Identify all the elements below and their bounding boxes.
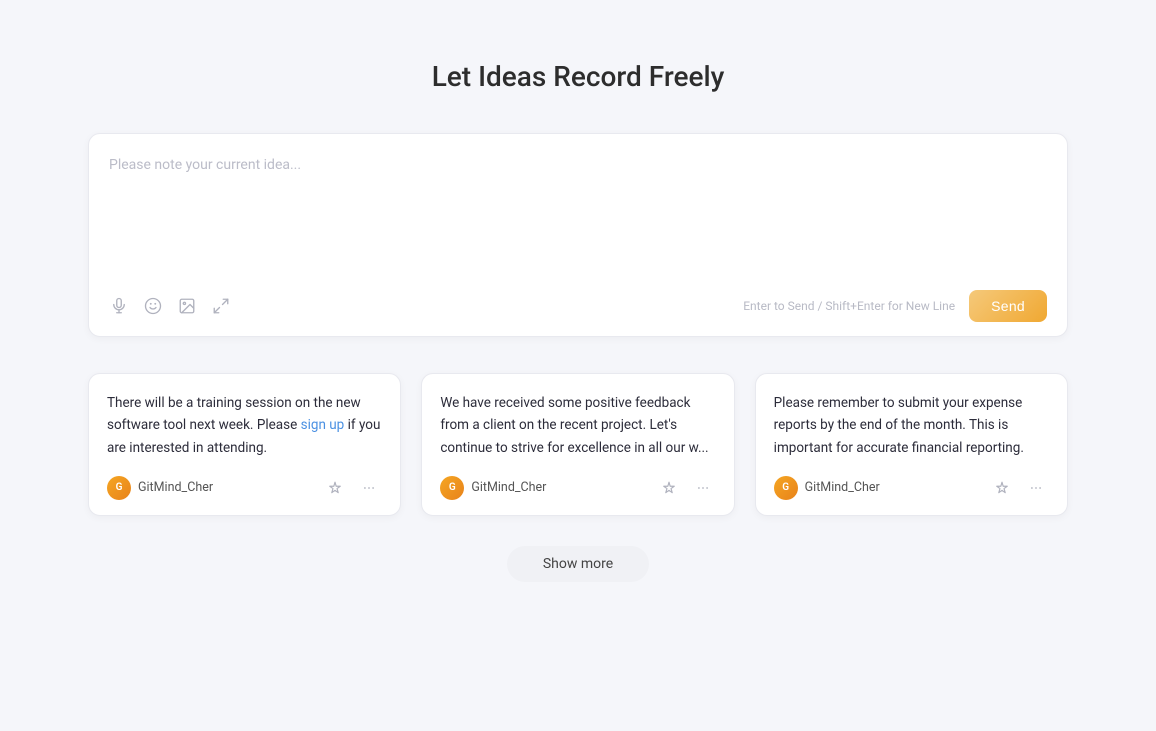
card-actions xyxy=(989,475,1049,501)
emoji-icon[interactable] xyxy=(143,296,163,316)
show-more-button[interactable]: Show more xyxy=(507,546,649,582)
cards-container: There will be a training session on the … xyxy=(88,373,1068,516)
pin-icon[interactable] xyxy=(656,475,682,501)
card-author: G GitMind_Cher xyxy=(774,476,880,500)
input-card: Enter to Send / Shift+Enter for New Line… xyxy=(88,133,1068,337)
send-button[interactable]: Send xyxy=(969,290,1047,322)
send-hint: Enter to Send / Shift+Enter for New Line xyxy=(743,299,955,313)
page-title: Let Ideas Record Freely xyxy=(432,60,725,93)
avatar: G xyxy=(774,476,798,500)
card-footer: G GitMind_Cher xyxy=(440,475,715,501)
card-author: G GitMind_Cher xyxy=(440,476,546,500)
input-toolbar: Enter to Send / Shift+Enter for New Line… xyxy=(109,290,1047,322)
expand-icon[interactable] xyxy=(211,296,231,316)
more-icon[interactable] xyxy=(356,475,382,501)
idea-card: We have received some positive feedback … xyxy=(421,373,734,516)
idea-card: There will be a training session on the … xyxy=(88,373,401,516)
idea-card: Please remember to submit your expense r… xyxy=(755,373,1068,516)
card-actions xyxy=(656,475,716,501)
card-link[interactable]: sign up xyxy=(301,417,345,433)
card-author: G GitMind_Cher xyxy=(107,476,213,500)
author-name: GitMind_Cher xyxy=(471,480,546,495)
card-actions xyxy=(322,475,382,501)
pin-icon[interactable] xyxy=(322,475,348,501)
idea-input[interactable] xyxy=(109,154,1047,274)
author-name: GitMind_Cher xyxy=(138,480,213,495)
card-footer: G GitMind_Cher xyxy=(774,475,1049,501)
card-text: There will be a training session on the … xyxy=(107,392,382,459)
card-text: Please remember to submit your expense r… xyxy=(774,392,1049,459)
more-icon[interactable] xyxy=(690,475,716,501)
toolbar-left xyxy=(109,296,231,316)
card-text: We have received some positive feedback … xyxy=(440,392,715,459)
image-icon[interactable] xyxy=(177,296,197,316)
microphone-icon[interactable] xyxy=(109,296,129,316)
card-footer: G GitMind_Cher xyxy=(107,475,382,501)
avatar: G xyxy=(107,476,131,500)
pin-icon[interactable] xyxy=(989,475,1015,501)
author-name: GitMind_Cher xyxy=(805,480,880,495)
toolbar-right: Enter to Send / Shift+Enter for New Line… xyxy=(743,290,1047,322)
avatar: G xyxy=(440,476,464,500)
more-icon[interactable] xyxy=(1023,475,1049,501)
